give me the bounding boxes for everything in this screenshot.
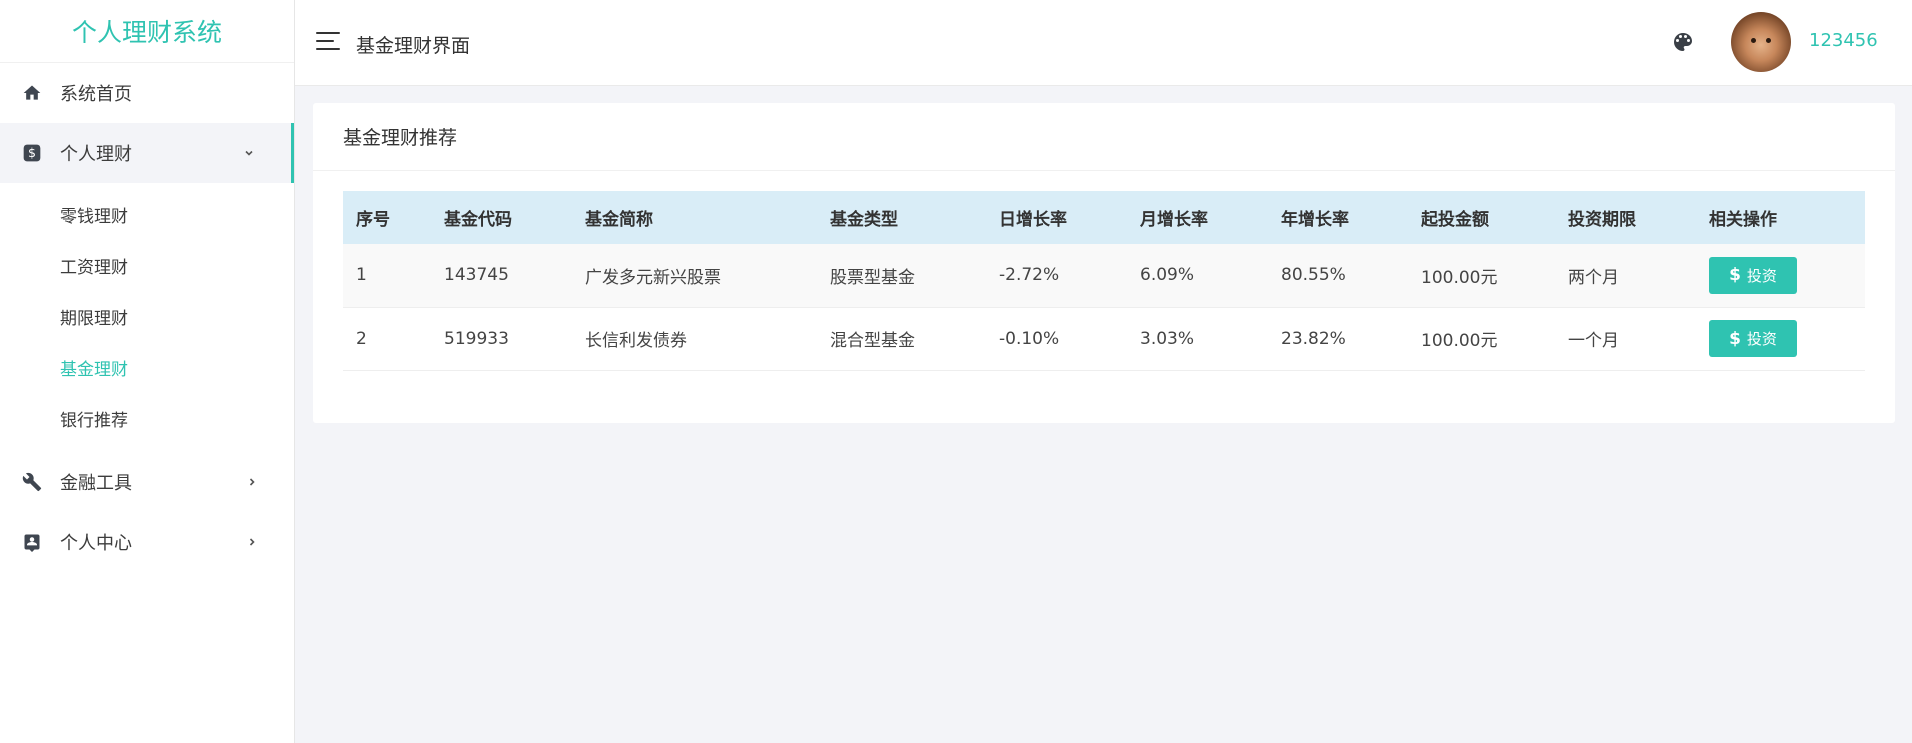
dollar-icon: $: [20, 141, 44, 165]
column-header: 基金简称: [572, 191, 817, 244]
svg-text:$: $: [28, 145, 36, 160]
cell-no: 2: [343, 307, 431, 371]
sidebar-item-personal-center[interactable]: 个人中心: [0, 512, 294, 572]
table-header-row: 序号 基金代码 基金简称 基金类型 日增长率 月增长率 年增长率 起投金额 投资…: [343, 191, 1865, 244]
sidebar-subitem-salary-finance[interactable]: 工资理财: [0, 240, 294, 291]
sidebar-item-label: 个人理财: [60, 144, 132, 165]
contact-card-icon: [20, 530, 44, 554]
column-header: 年增长率: [1268, 191, 1408, 244]
column-header: 投资期限: [1555, 191, 1696, 244]
sidebar-subitem-bank-recommend[interactable]: 银行推荐: [0, 393, 294, 444]
column-header: 相关操作: [1696, 191, 1865, 244]
menu-toggle-icon[interactable]: [316, 32, 340, 52]
column-header: 基金类型: [817, 191, 986, 244]
username[interactable]: 123456: [1809, 30, 1878, 51]
sidebar-subitem-term-finance[interactable]: 期限理财: [0, 291, 294, 342]
invest-button[interactable]: $ 投资: [1709, 320, 1797, 357]
cell-min-amount: 100.00元: [1408, 244, 1555, 308]
cell-type: 混合型基金: [817, 307, 986, 371]
sidebar: 个人理财系统 系统首页 $ 个人理财 零钱理财 工资理财 期限理财 基金理财 银…: [0, 0, 295, 743]
submenu-personal-finance: 零钱理财 工资理财 期限理财 基金理财 银行推荐: [0, 183, 294, 452]
sidebar-item-finance-tools[interactable]: 金融工具: [0, 452, 294, 512]
cell-no: 1: [343, 244, 431, 308]
invest-button[interactable]: $ 投资: [1709, 256, 1797, 294]
table-row: 1 143745 广发多元新兴股票 股票型基金 -2.72% 6.09% 80.…: [343, 244, 1865, 308]
table-row: 2 519933 长信利发债券 混合型基金 -0.10% 3.03% 23.82…: [343, 307, 1865, 371]
column-header: 基金代码: [431, 191, 572, 244]
column-header: 起投金额: [1408, 191, 1555, 244]
cell-type: 股票型基金: [817, 244, 986, 308]
sidebar-subitem-fund-finance[interactable]: 基金理财: [0, 342, 294, 393]
column-header: 月增长率: [1127, 191, 1268, 244]
dollar-icon: $: [1729, 265, 1741, 286]
sidebar-item-label: 个人中心: [60, 533, 132, 554]
sidebar-item-label: 金融工具: [60, 473, 132, 494]
page-title: 基金理财界面: [356, 35, 471, 57]
sidebar-subitem-change-finance[interactable]: 零钱理财: [0, 189, 294, 240]
app-brand: 个人理财系统: [0, 0, 294, 63]
chevron-down-icon: [243, 147, 255, 159]
cell-min-amount: 100.00元: [1408, 307, 1555, 371]
cell-action: $ 投资: [1696, 307, 1865, 371]
chevron-right-icon: [246, 476, 258, 488]
cell-code: 143745: [431, 244, 572, 308]
cell-monthly-rate: 6.09%: [1127, 244, 1268, 308]
fund-recommend-card: 基金理财推荐 序号 基金代码 基金简称 基金类型 日增长率 月增长率 年增长率 …: [313, 103, 1895, 423]
chevron-right-icon: [246, 536, 258, 548]
cell-monthly-rate: 3.03%: [1127, 307, 1268, 371]
cell-name: 长信利发债券: [572, 307, 817, 371]
column-header: 日增长率: [986, 191, 1127, 244]
cell-name: 广发多元新兴股票: [572, 244, 817, 308]
cell-daily-rate: -0.10%: [986, 307, 1127, 371]
fund-table: 序号 基金代码 基金简称 基金类型 日增长率 月增长率 年增长率 起投金额 投资…: [343, 191, 1865, 371]
wrench-icon: [20, 470, 44, 494]
cell-term: 两个月: [1555, 244, 1696, 308]
column-header: 序号: [343, 191, 431, 244]
sidebar-item-personal-finance[interactable]: $ 个人理财: [0, 123, 294, 183]
cell-term: 一个月: [1555, 307, 1696, 371]
invest-button-label: 投资: [1746, 330, 1777, 348]
cell-action: $ 投资: [1696, 244, 1865, 308]
avatar[interactable]: [1731, 12, 1791, 72]
sidebar-item-label: 系统首页: [60, 84, 132, 105]
palette-icon[interactable]: [1671, 30, 1695, 54]
invest-button-label: 投资: [1746, 266, 1777, 285]
cell-daily-rate: -2.72%: [986, 244, 1127, 308]
dollar-icon: $: [1729, 328, 1741, 349]
home-icon: [20, 81, 44, 105]
card-title: 基金理财推荐: [313, 103, 1895, 171]
cell-code: 519933: [431, 307, 572, 371]
top-header: 基金理财界面 123456: [295, 0, 1912, 86]
cell-yearly-rate: 23.82%: [1268, 307, 1408, 371]
sidebar-item-home[interactable]: 系统首页: [0, 63, 294, 123]
cell-yearly-rate: 80.55%: [1268, 244, 1408, 308]
